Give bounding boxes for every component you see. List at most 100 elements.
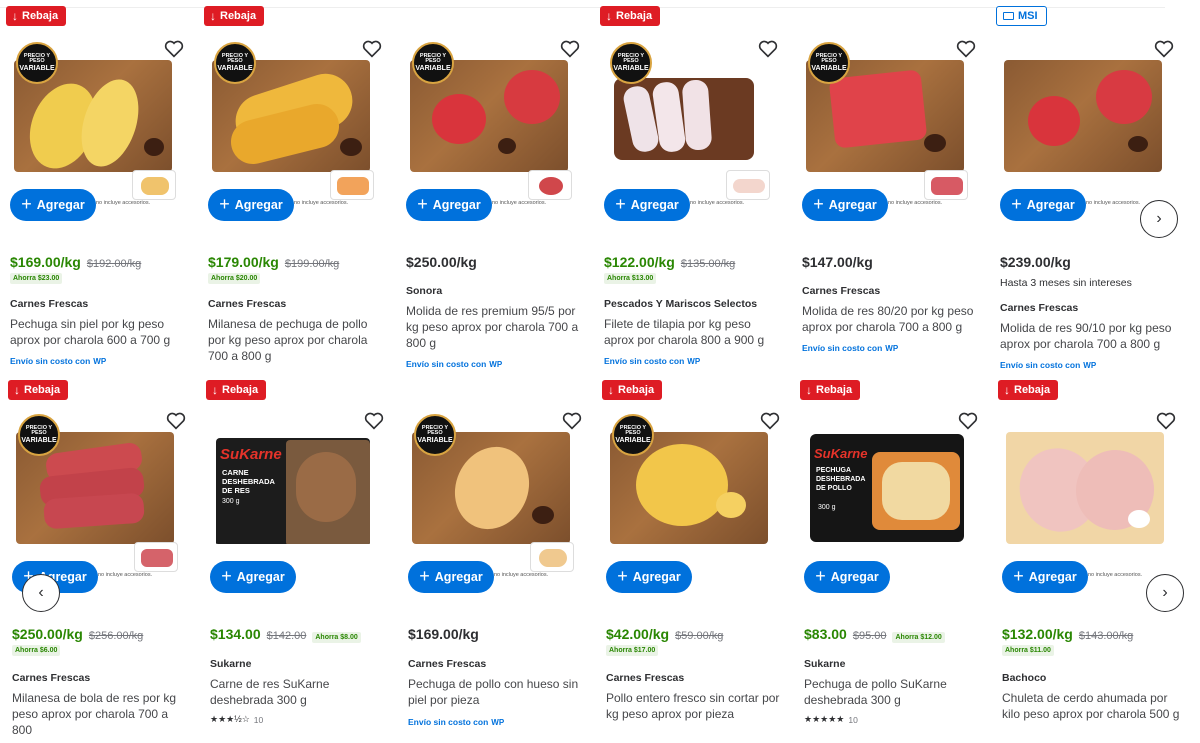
rebaja-badge: ↓ Rebaja xyxy=(998,380,1059,400)
product-image[interactable] xyxy=(1004,60,1162,172)
favorite-heart-icon[interactable] xyxy=(560,40,580,58)
product-title[interactable]: Carne de res SuKarne deshebrada 300 g xyxy=(210,676,388,708)
variable-price-seal: PRECIO Y PESO VARIABLE xyxy=(214,42,256,84)
previous-price: $192.00/kg xyxy=(86,258,142,270)
product-card[interactable]: ↓ Rebaja PRECIO Y PESO VARIABLE + Agregar n… xyxy=(204,0,390,368)
add-to-cart-button[interactable]: + Agregar xyxy=(606,561,692,593)
product-card[interactable]: PRECIO Y PESO VARIABLE + Agregar no incluy… xyxy=(798,0,984,368)
product-image[interactable]: SuKarne PECHUGA DESHEBRADA DE POLLO 300 … xyxy=(808,432,966,544)
product-thumbnail[interactable] xyxy=(726,170,770,200)
walmart-pass-icon: WP xyxy=(489,359,503,369)
product-brand: Carnes Frescas xyxy=(1000,302,1079,314)
plus-icon: + xyxy=(419,566,430,586)
price-row: $83.00 $95.00 Ahorra $12.00 xyxy=(804,626,945,643)
product-title[interactable]: Molida de res 80/20 por kg peso aprox po… xyxy=(802,303,980,335)
rating-stars: ★★★★★ 10 xyxy=(804,714,858,725)
product-image[interactable]: SuKarne CARNE DESHEBRADA DE RES 300 g xyxy=(214,432,372,544)
favorite-heart-icon[interactable] xyxy=(166,412,186,430)
product-brand: Sonora xyxy=(406,285,443,297)
product-thumbnail[interactable] xyxy=(134,542,178,572)
down-arrow-icon: ↓ xyxy=(1004,383,1010,397)
product-title[interactable]: Pechuga sin piel por kg peso aprox por c… xyxy=(10,316,188,348)
price-row: $42.00/kg $59.00/kg xyxy=(606,626,723,642)
product-title[interactable]: Milanesa de pechuga de pollo por kg peso… xyxy=(208,316,386,364)
add-to-cart-button[interactable]: + Agregar xyxy=(10,189,96,221)
variable-price-seal: PRECIO Y PESO VARIABLE xyxy=(16,42,58,84)
add-to-cart-button[interactable]: + Agregar xyxy=(802,189,888,221)
favorite-heart-icon[interactable] xyxy=(164,40,184,58)
product-title[interactable]: Filete de tilapia por kg peso aprox por … xyxy=(604,316,782,348)
previous-price: $142.00 xyxy=(266,630,307,642)
product-thumbnail[interactable] xyxy=(330,170,374,200)
free-shipping-label: Envío sin costo con WP xyxy=(406,359,503,369)
product-image[interactable] xyxy=(1006,432,1164,544)
add-to-cart-button[interactable]: + Agregar xyxy=(604,189,690,221)
add-to-cart-button[interactable]: + Agregar xyxy=(210,561,296,593)
product-title[interactable]: Milanesa de bola de res por kg peso apro… xyxy=(12,690,190,738)
rebaja-badge: ↓ Rebaja xyxy=(8,380,69,400)
variable-price-seal: PRECIO Y PESO VARIABLE xyxy=(808,42,850,84)
add-to-cart-button[interactable]: + Agregar xyxy=(408,561,494,593)
product-card[interactable]: ↓ Rebaja SuKarne PECHUGA DESHEBRADA DE PO… xyxy=(800,372,986,743)
add-to-cart-button[interactable]: + Agregar xyxy=(1000,189,1086,221)
product-title[interactable]: Chuleta de cerdo ahumada por kilo peso a… xyxy=(1002,690,1180,722)
favorite-heart-icon[interactable] xyxy=(562,412,582,430)
product-card[interactable]: ↓ Rebaja PRECIO Y PESO VARIABLE + Agregar n… xyxy=(6,0,192,368)
walmart-pass-icon: WP xyxy=(885,343,899,353)
rebaja-badge: ↓ Rebaja xyxy=(602,380,663,400)
product-card[interactable]: ↓ Rebaja PRECIO Y PESO VARIABLE + Agregar $… xyxy=(602,372,788,743)
plus-icon: + xyxy=(617,566,628,586)
add-to-cart-button[interactable]: + Agregar xyxy=(804,561,890,593)
product-brand: Carnes Frescas xyxy=(208,298,287,310)
add-to-cart-button[interactable]: + Agregar xyxy=(1002,561,1088,593)
plus-icon: + xyxy=(1013,566,1024,586)
savings-badge: Ahorra $12.00 xyxy=(892,632,945,643)
accessories-note: no incluye accesorios. xyxy=(98,572,153,578)
favorite-heart-icon[interactable] xyxy=(760,412,780,430)
product-card[interactable]: ↓ Rebaja + Agregar no incluye accesorios. … xyxy=(998,372,1184,743)
favorite-heart-icon[interactable] xyxy=(1154,40,1174,58)
carousel-next-button[interactable]: › xyxy=(1146,574,1184,612)
product-card[interactable]: PRECIO Y PESO VARIABLE + Agregar no incluy… xyxy=(404,372,590,743)
carousel-next-button[interactable]: › xyxy=(1140,200,1178,238)
favorite-heart-icon[interactable] xyxy=(362,40,382,58)
product-title[interactable]: Molida de res 90/10 por kg peso aprox po… xyxy=(1000,320,1178,352)
price-row: $132.00/kg $143.00/kg xyxy=(1002,626,1133,642)
accessories-note: no incluye accesorios. xyxy=(494,572,549,578)
favorite-heart-icon[interactable] xyxy=(1156,412,1176,430)
current-price: $83.00 xyxy=(804,626,847,642)
price-row: $134.00 $142.00 Ahorra $8.00 xyxy=(210,626,361,643)
favorite-heart-icon[interactable] xyxy=(958,412,978,430)
favorite-heart-icon[interactable] xyxy=(364,412,384,430)
price-row: $169.00/kg xyxy=(408,626,479,642)
product-thumbnail[interactable] xyxy=(530,542,574,572)
product-title[interactable]: Pechuga de pollo con hueso sin piel por … xyxy=(408,676,586,708)
product-card[interactable]: ↓ Rebaja PRECIO Y PESO VARIABLE + Agregar n… xyxy=(8,372,194,743)
add-to-cart-button[interactable]: + Agregar xyxy=(208,189,294,221)
add-to-cart-button[interactable]: + Agregar xyxy=(406,189,492,221)
package-weight: 300 g xyxy=(222,498,240,505)
price-row: $179.00/kg $199.00/kg xyxy=(208,254,339,270)
favorite-heart-icon[interactable] xyxy=(956,40,976,58)
plus-icon: + xyxy=(21,194,32,214)
plus-icon: + xyxy=(221,566,232,586)
carousel-prev-button[interactable]: ‹ xyxy=(22,574,60,612)
product-card[interactable]: PRECIO Y PESO VARIABLE + Agregar no incluy… xyxy=(402,0,588,368)
product-title[interactable]: Molida de res premium 95/5 por kg peso a… xyxy=(406,303,584,351)
product-card[interactable]: ↓ Rebaja PRECIO Y PESO VARIABLE + Agregar n… xyxy=(600,0,786,368)
product-thumbnail[interactable] xyxy=(924,170,968,200)
chevron-left-icon: ‹ xyxy=(38,584,44,601)
product-card[interactable]: ↓ Rebaja SuKarne CARNE DESHEBRADA DE RES … xyxy=(206,372,392,743)
package-label: PECHUGA DESHEBRADA DE POLLO xyxy=(816,467,866,492)
card-icon xyxy=(1003,12,1014,20)
product-title[interactable]: Pechuga de pollo SuKarne deshebrada 300 … xyxy=(804,676,982,708)
favorite-heart-icon[interactable] xyxy=(758,40,778,58)
review-count: 10 xyxy=(253,714,264,725)
product-brand: Pescados Y Mariscos Selectos xyxy=(604,298,758,310)
product-card[interactable]: MSI + Agregar no incluye accesorios. $239… xyxy=(996,0,1182,368)
review-count: 10 xyxy=(848,714,858,725)
product-title[interactable]: Pollo entero fresco sin cortar por kg pe… xyxy=(606,690,784,722)
product-thumbnail[interactable] xyxy=(132,170,176,200)
previous-price: $199.00/kg xyxy=(284,258,340,270)
product-thumbnail[interactable] xyxy=(528,170,572,200)
